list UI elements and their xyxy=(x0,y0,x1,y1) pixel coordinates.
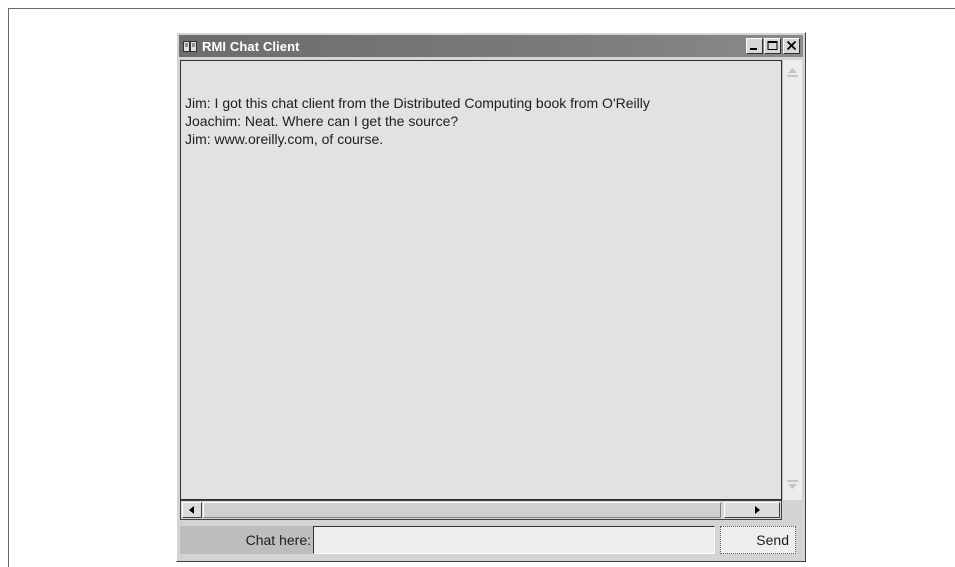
vertical-scrollbar[interactable] xyxy=(782,60,802,500)
page-frame-left xyxy=(8,8,9,567)
scroll-left-icon xyxy=(189,506,194,514)
input-bar: Chat here: Send xyxy=(180,523,802,557)
maximize-button[interactable] xyxy=(764,38,781,54)
scroll-thumb[interactable] xyxy=(203,502,721,518)
send-button[interactable]: Send xyxy=(720,526,796,554)
scroll-right-button[interactable] xyxy=(724,502,780,518)
scroll-up-icon[interactable] xyxy=(787,65,798,77)
chat-line: Jim: www.oreilly.com, of course. xyxy=(185,131,384,147)
chat-line: Joachim: Neat. Where can I get the sourc… xyxy=(185,113,459,129)
minimize-icon xyxy=(750,48,757,50)
close-button[interactable] xyxy=(783,38,800,54)
scroll-down-icon[interactable] xyxy=(787,480,798,492)
window-title: RMI Chat Client xyxy=(202,39,300,54)
title-bar[interactable]: RMI Chat Client xyxy=(179,35,803,57)
chat-window: RMI Chat Client Jim: I got this chat cli… xyxy=(176,32,806,562)
maximize-icon xyxy=(767,41,778,50)
page-frame-top xyxy=(8,8,955,9)
horizontal-scrollbar[interactable] xyxy=(180,500,782,520)
minimize-button[interactable] xyxy=(746,38,763,54)
chat-history[interactable]: Jim: I got this chat client from the Dis… xyxy=(180,60,782,500)
chat-input[interactable] xyxy=(313,526,715,554)
scroll-right-icon xyxy=(755,506,760,514)
chat-line: Jim: I got this chat client from the Dis… xyxy=(185,95,650,111)
scroll-left-button[interactable] xyxy=(182,502,202,518)
book-icon xyxy=(182,38,198,54)
chat-input-label: Chat here: xyxy=(180,526,313,554)
close-icon xyxy=(786,40,797,51)
